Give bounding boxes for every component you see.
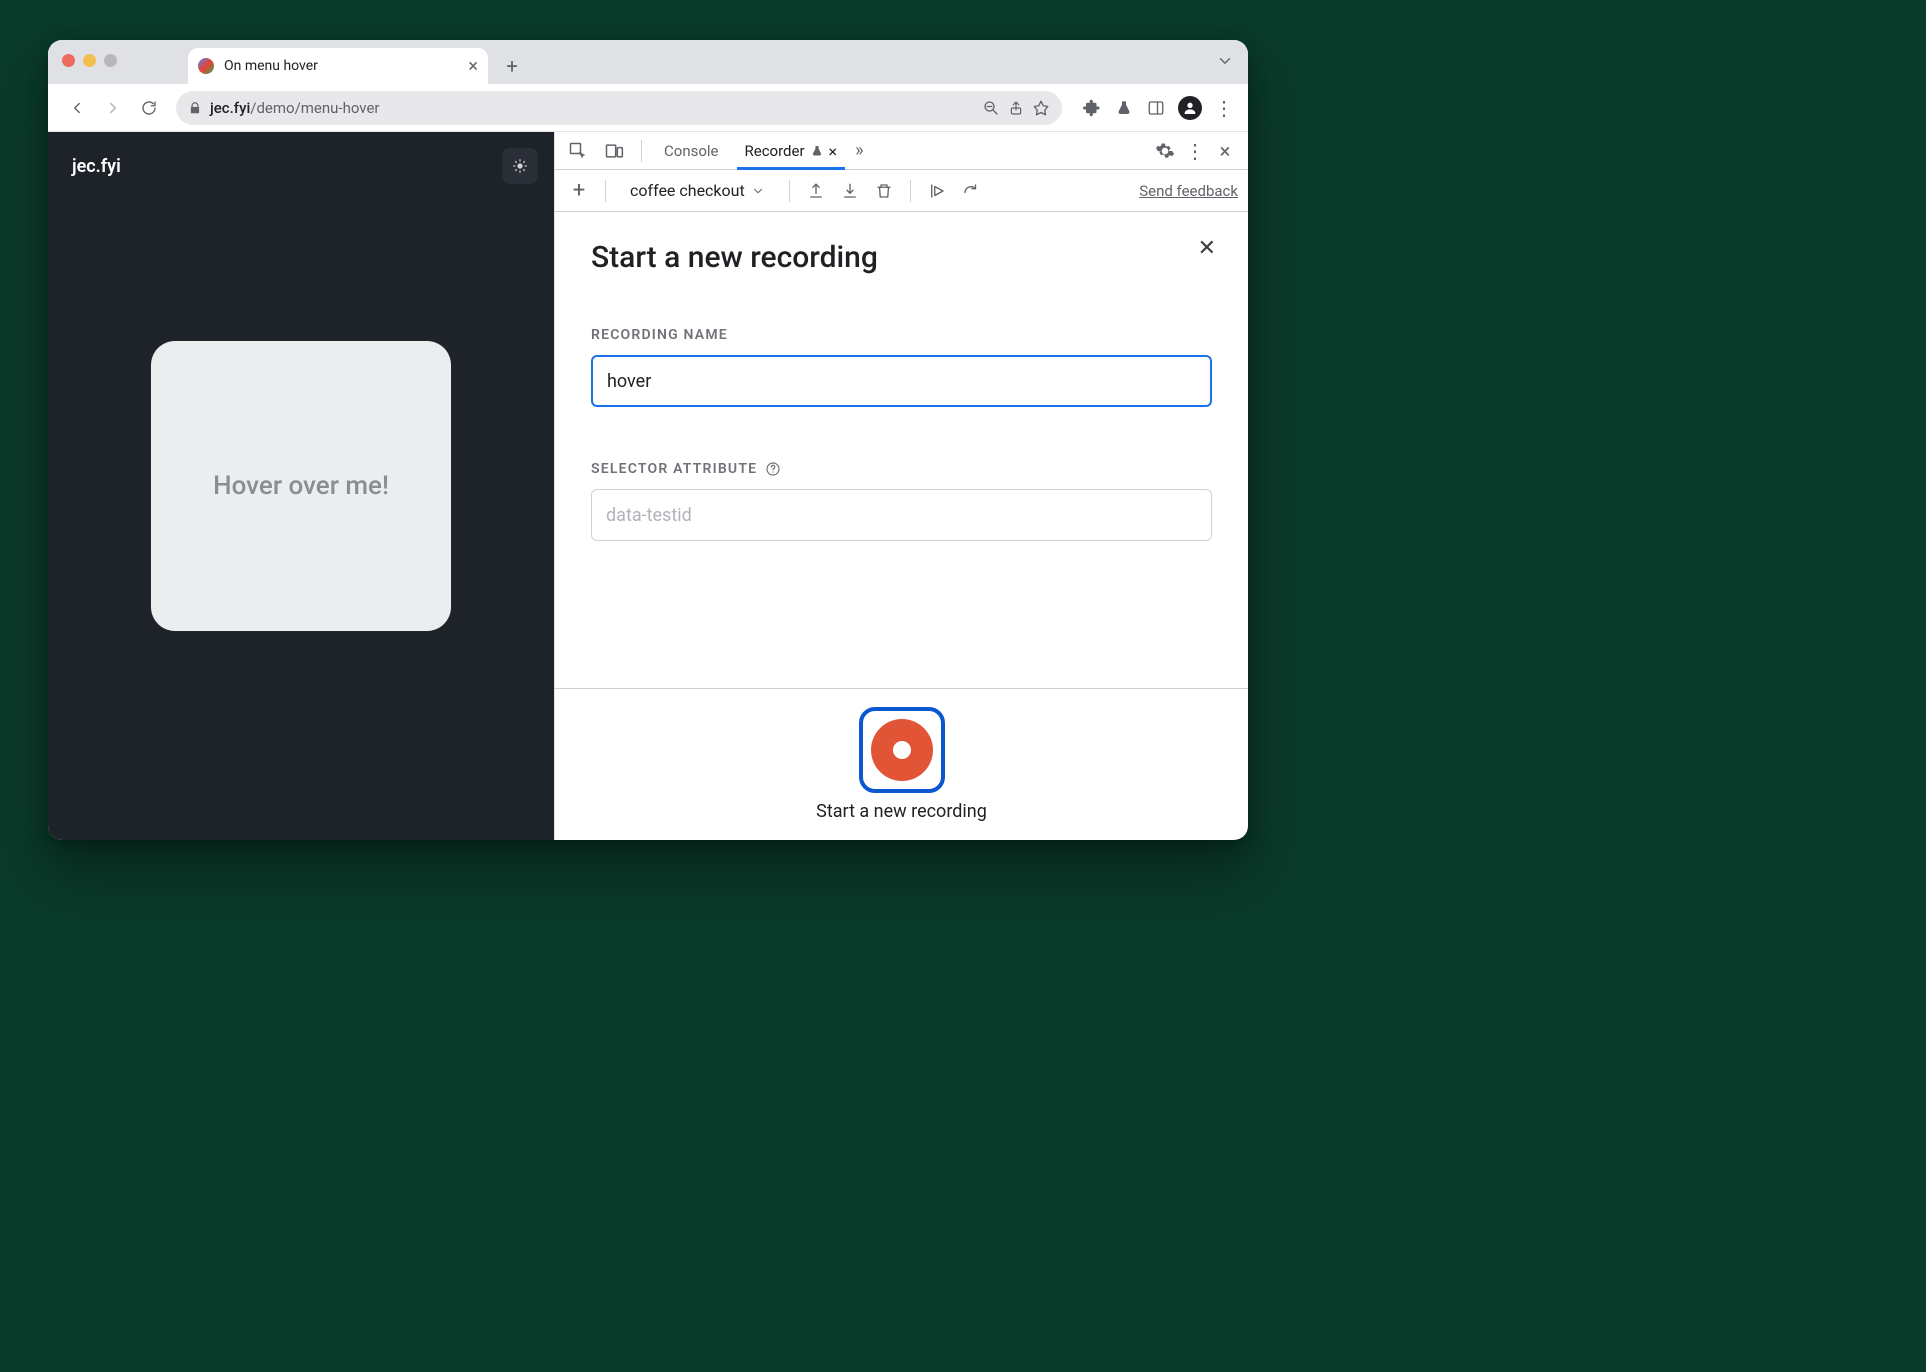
close-recorder-tab-icon[interactable]: × [829, 142, 838, 161]
content-area: jec.fyi Hover over me! Console Record [48, 132, 1248, 840]
theme-toggle-button[interactable] [502, 148, 538, 184]
hover-card[interactable]: Hover over me! [151, 341, 451, 631]
bookmark-star-icon[interactable] [1032, 99, 1050, 117]
devtools-tab-bar: Console Recorder × » ⋮ × [555, 132, 1248, 170]
recorder-body: ✕ Start a new recording RECORDING NAME S… [555, 212, 1248, 688]
import-icon[interactable] [836, 177, 864, 205]
recording-name-input[interactable] [591, 355, 1212, 407]
start-recording-button[interactable] [859, 707, 945, 793]
flask-icon [811, 144, 823, 158]
address-bar[interactable]: jec.fyi/demo/menu-hover [176, 91, 1062, 125]
new-recording-icon[interactable]: + [565, 177, 593, 205]
maximize-window-button[interactable] [104, 54, 117, 67]
tab-overflow-chevron-icon[interactable] [1216, 52, 1234, 70]
url-text: jec.fyi/demo/menu-hover [210, 99, 380, 117]
page-viewport: jec.fyi Hover over me! [48, 132, 554, 840]
site-brand: jec.fyi [72, 156, 121, 177]
device-toolbar-icon[interactable] [601, 138, 627, 164]
side-panel-icon[interactable] [1146, 98, 1166, 118]
tab-strip: On menu hover × + [48, 40, 1248, 84]
minimize-window-button[interactable] [83, 54, 96, 67]
start-recording-label: Start a new recording [816, 801, 987, 822]
record-icon [871, 719, 933, 781]
recording-selector[interactable]: coffee checkout [618, 176, 777, 206]
browser-tab[interactable]: On menu hover × [188, 48, 488, 84]
favicon-icon [198, 58, 214, 74]
tab-recorder[interactable]: Recorder × [737, 133, 846, 170]
toolbar-actions: ⋮ [1082, 96, 1234, 120]
delete-icon[interactable] [870, 177, 898, 205]
close-panel-button[interactable]: ✕ [1198, 236, 1216, 261]
extensions-icon[interactable] [1082, 98, 1102, 118]
labs-icon[interactable] [1114, 98, 1134, 118]
tab-console[interactable]: Console [656, 132, 727, 169]
back-button[interactable] [62, 93, 92, 123]
help-icon[interactable] [765, 461, 781, 477]
share-icon[interactable] [1008, 100, 1024, 116]
toolbar: jec.fyi/demo/menu-hover [48, 84, 1248, 132]
panel-title: Start a new recording [591, 240, 1212, 275]
replay-settings-icon[interactable] [957, 177, 985, 205]
send-feedback-link[interactable]: Send feedback [1139, 182, 1238, 200]
more-tabs-chevron-icon[interactable]: » [855, 140, 863, 161]
devtools-settings-icon[interactable] [1152, 138, 1178, 164]
recorder-footer: Start a new recording [555, 688, 1248, 840]
new-tab-button[interactable]: + [498, 52, 526, 80]
hover-card-text: Hover over me! [213, 471, 389, 501]
zoom-out-icon[interactable] [982, 99, 1000, 117]
export-icon[interactable] [802, 177, 830, 205]
selector-attribute-label: SELECTOR ATTRIBUTE [591, 461, 1212, 477]
chevron-down-icon [751, 184, 765, 198]
browser-window: On menu hover × + jec.fyi/demo/menu-hove… [48, 40, 1248, 840]
close-window-button[interactable] [62, 54, 75, 67]
lock-icon [188, 101, 202, 115]
profile-avatar[interactable] [1178, 96, 1202, 120]
devtools-menu-icon[interactable]: ⋮ [1182, 138, 1208, 164]
replay-icon[interactable] [923, 177, 951, 205]
tab-title: On menu hover [224, 58, 318, 74]
forward-button[interactable] [98, 93, 128, 123]
reload-button[interactable] [134, 93, 164, 123]
inspect-element-icon[interactable] [565, 138, 591, 164]
devtools-panel: Console Recorder × » ⋮ × [554, 132, 1248, 840]
close-tab-button[interactable]: × [468, 56, 478, 77]
traffic-lights [62, 54, 117, 67]
selector-attribute-input[interactable] [591, 489, 1212, 541]
recording-name-label: RECORDING NAME [591, 327, 1212, 343]
recorder-toolbar: + coffee checkout [555, 170, 1248, 212]
chrome-menu-icon[interactable]: ⋮ [1214, 98, 1234, 118]
devtools-close-icon[interactable]: × [1212, 138, 1238, 164]
